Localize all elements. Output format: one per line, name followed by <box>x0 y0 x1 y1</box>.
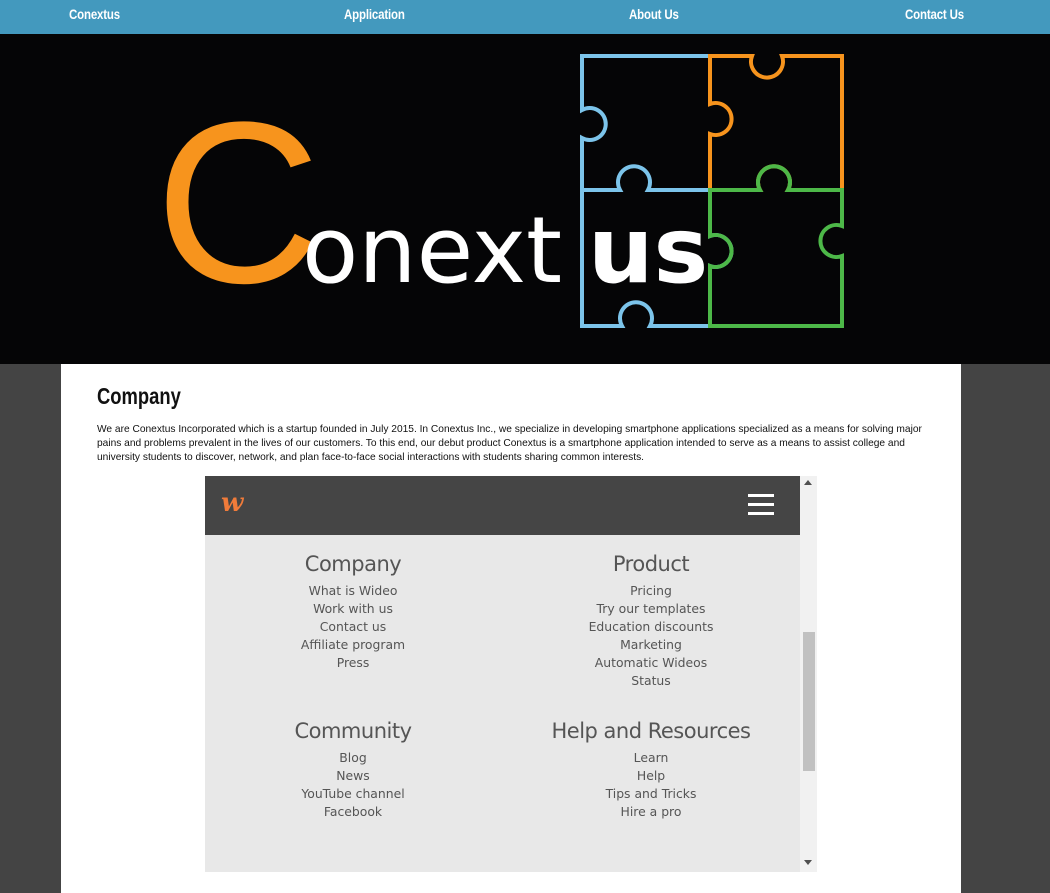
footer-link[interactable]: News <box>279 767 427 785</box>
nav-link-about-us[interactable]: About Us <box>629 6 679 22</box>
footer-link[interactable]: Facebook <box>279 803 427 821</box>
embed-scrollbar[interactable] <box>800 476 817 872</box>
footer-link[interactable]: Education discounts <box>576 618 726 636</box>
footer-link[interactable]: Work with us <box>279 600 427 618</box>
logo-middle: onext <box>302 197 562 304</box>
column-title: Help and Resources <box>551 719 751 743</box>
company-description: We are Conextus Incorporated which is a … <box>97 424 922 463</box>
footer-link[interactable]: Learn <box>551 749 751 767</box>
footer-link[interactable]: Tips and Tricks <box>551 785 751 803</box>
nav-link-application[interactable]: Application <box>344 6 405 22</box>
footer-link[interactable]: Pricing <box>576 582 726 600</box>
embedded-frame[interactable]: w Company What is Wideo Work with us Con… <box>205 476 817 872</box>
conextus-logo: C onext us <box>155 54 844 331</box>
footer-column-help: Help and Resources Learn Help Tips and T… <box>551 719 751 821</box>
logo-end: us <box>588 197 708 304</box>
column-title: Product <box>612 552 690 576</box>
footer-column-product: Product Pricing Try our templates Educat… <box>576 552 726 690</box>
hamburger-menu-icon[interactable] <box>748 494 774 516</box>
page-title: Company <box>97 383 181 409</box>
hero-banner: C onext us <box>0 34 1050 364</box>
footer-link[interactable]: Help <box>551 767 751 785</box>
footer-link[interactable]: YouTube channel <box>279 785 427 803</box>
scroll-up-icon[interactable] <box>804 480 812 485</box>
footer-link[interactable]: What is Wideo <box>279 582 427 600</box>
embed-header: w <box>205 476 800 535</box>
footer-link[interactable]: Contact us <box>279 618 427 636</box>
logo-initial: C <box>155 74 321 331</box>
column-title: Company <box>304 552 402 576</box>
scrollbar-thumb[interactable] <box>803 632 815 771</box>
footer-link[interactable]: Status <box>576 672 726 690</box>
footer-column-company: Company What is Wideo Work with us Conta… <box>279 552 427 672</box>
wideo-logo[interactable]: w <box>221 488 243 518</box>
footer-link[interactable]: Press <box>279 654 427 672</box>
footer-link[interactable]: Hire a pro <box>551 803 751 821</box>
footer-link[interactable]: Blog <box>279 749 427 767</box>
nav-link-contact-us[interactable]: Contact Us <box>905 6 964 22</box>
scroll-down-icon[interactable] <box>804 860 812 865</box>
footer-link[interactable]: Try our templates <box>576 600 726 618</box>
content-card: Company We are Conextus Incorporated whi… <box>61 364 961 893</box>
footer-column-community: Community Blog News YouTube channel Face… <box>279 719 427 821</box>
column-title: Community <box>294 719 412 743</box>
footer-link[interactable]: Affiliate program <box>279 636 427 654</box>
footer-link[interactable]: Automatic Wideos <box>576 654 726 672</box>
top-nav: Conextus Application About Us Contact Us <box>0 0 1050 34</box>
nav-link-conextus[interactable]: Conextus <box>69 6 120 22</box>
footer-link[interactable]: Marketing <box>576 636 726 654</box>
